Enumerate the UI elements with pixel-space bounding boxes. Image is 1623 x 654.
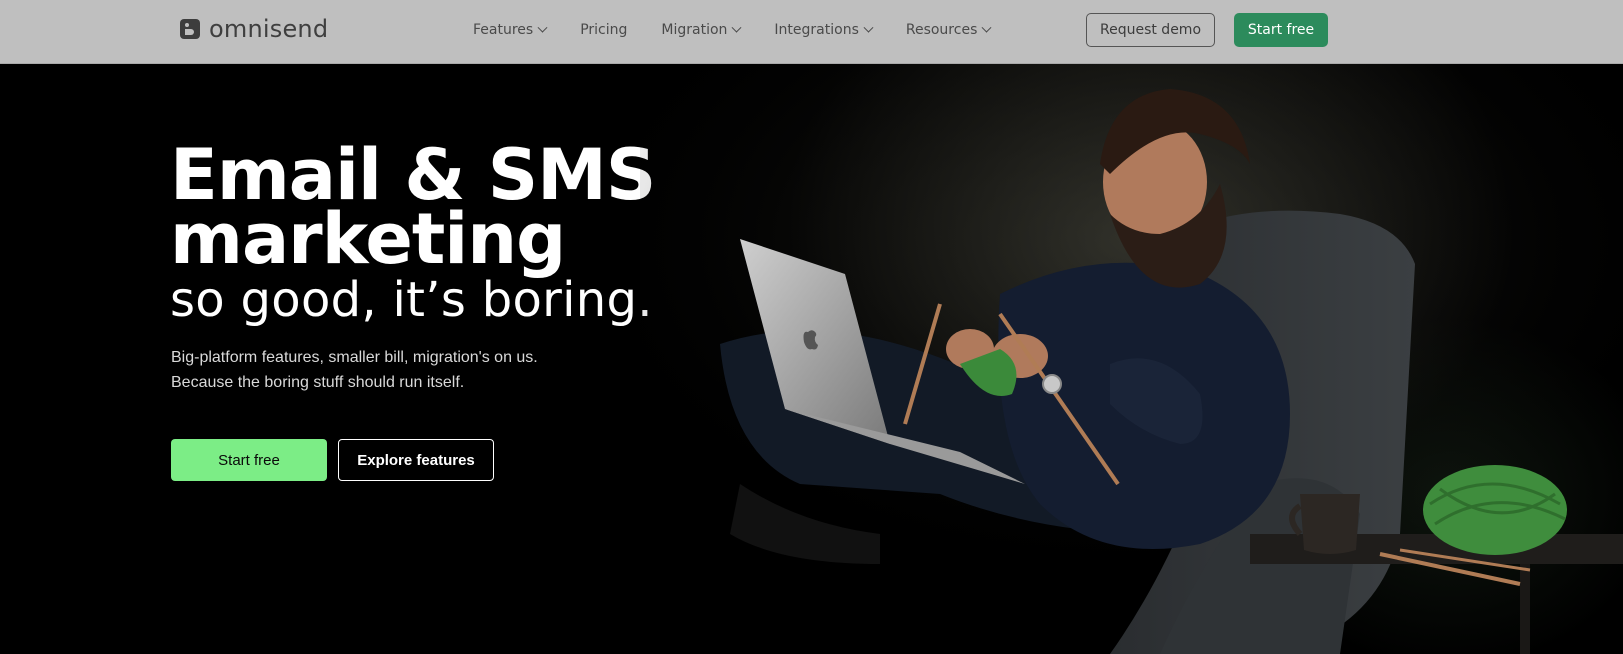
nav-item-migration[interactable]: Migration bbox=[661, 22, 742, 38]
main-nav: Features Pricing Migration Integrations … bbox=[473, 19, 1024, 41]
logo-text: omnisend bbox=[209, 15, 329, 43]
hero-subtext: Big-platform features, smaller bill, mig… bbox=[171, 345, 538, 395]
nav-item-label: Migration bbox=[661, 22, 728, 38]
side-table-leg bbox=[1520, 564, 1530, 654]
nav-item-label: Integrations bbox=[774, 22, 859, 38]
hero-illustration bbox=[640, 64, 1623, 654]
request-demo-button[interactable]: Request demo bbox=[1086, 13, 1215, 47]
nav-item-label: Pricing bbox=[580, 22, 628, 38]
nav-item-label: Resources bbox=[905, 22, 978, 38]
wristwatch bbox=[1042, 374, 1062, 394]
chevron-down-icon bbox=[731, 22, 742, 33]
omnisend-logo-icon bbox=[180, 19, 200, 39]
start-free-header-button[interactable]: Start free bbox=[1234, 13, 1328, 47]
hero-tagline: so good, it’s boring. bbox=[170, 272, 653, 328]
chevron-down-icon bbox=[537, 22, 548, 33]
nav-item-features[interactable]: Features bbox=[473, 22, 548, 38]
top-nav-bar: omnisend Features Pricing Migration Inte… bbox=[0, 0, 1623, 64]
chevron-down-icon bbox=[981, 22, 992, 33]
nav-item-resources[interactable]: Resources bbox=[905, 22, 992, 38]
nav-item-pricing[interactable]: Pricing bbox=[580, 22, 627, 38]
start-free-hero-button[interactable]: Start free bbox=[171, 439, 327, 481]
hero-subtext-line1: Big-platform features, smaller bill, mig… bbox=[171, 349, 538, 366]
hero-headline-line2: marketing bbox=[170, 198, 566, 280]
coffee-mug bbox=[1300, 494, 1360, 554]
chevron-down-icon bbox=[863, 22, 874, 33]
hero-subtext-line2: Because the boring stuff should run itse… bbox=[171, 374, 465, 391]
hero-section: Email & SMS marketing so good, it’s bori… bbox=[0, 64, 1623, 654]
explore-features-button[interactable]: Explore features bbox=[338, 439, 494, 481]
nav-item-label: Features bbox=[473, 22, 534, 38]
logo-link[interactable]: omnisend bbox=[180, 15, 328, 43]
nav-item-integrations[interactable]: Integrations bbox=[774, 22, 874, 38]
